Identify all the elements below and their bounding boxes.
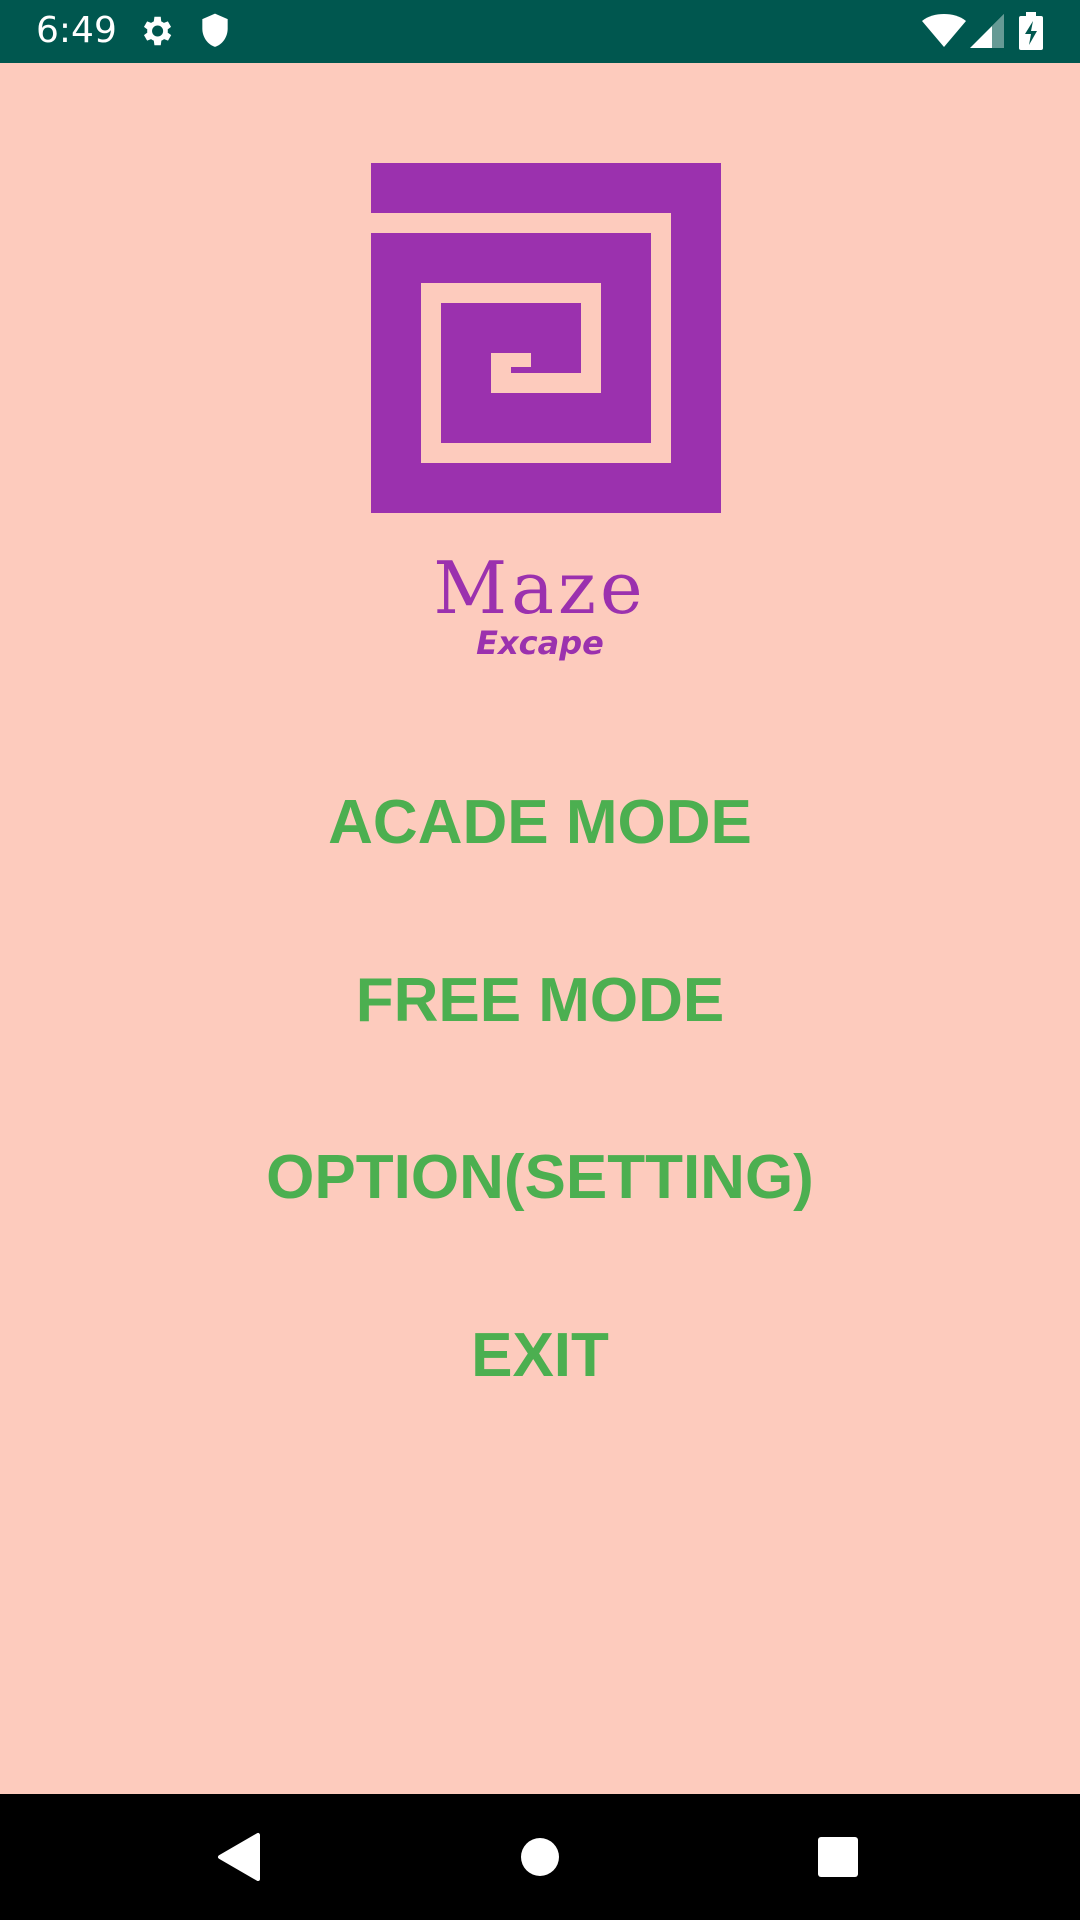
main-menu-screen: Maze Excape ACADE MODE FREE MODE OPTION(… xyxy=(0,63,1080,1794)
navigation-bar xyxy=(0,1794,1080,1920)
status-bar: 6:49 xyxy=(0,0,1080,63)
wifi-icon xyxy=(922,14,966,53)
gear-icon xyxy=(137,12,175,55)
arcade-mode-button[interactable]: ACADE MODE xyxy=(0,778,1080,868)
logo-subtitle: Excape xyxy=(476,624,604,662)
option-setting-button[interactable]: OPTION(SETTING) xyxy=(0,1133,1080,1223)
back-icon[interactable] xyxy=(208,1827,268,1887)
recents-icon[interactable] xyxy=(808,1827,868,1887)
shield-icon xyxy=(198,12,232,55)
battery-charging-icon xyxy=(1019,12,1043,55)
signal-icon xyxy=(970,14,1004,53)
status-time: 6:49 xyxy=(36,10,117,51)
free-mode-button[interactable]: FREE MODE xyxy=(0,956,1080,1046)
exit-button[interactable]: EXIT xyxy=(0,1311,1080,1401)
logo-title: Maze xyxy=(433,546,647,630)
maze-logo-icon xyxy=(371,163,721,513)
home-icon[interactable] xyxy=(510,1827,570,1887)
